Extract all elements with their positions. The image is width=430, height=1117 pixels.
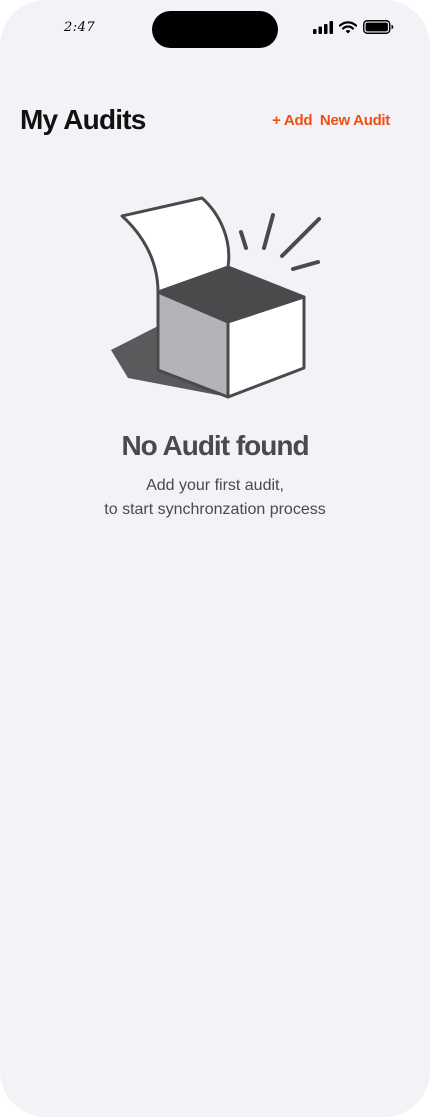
empty-state-subtitle: Add your first audit, to start synchronz… xyxy=(0,474,430,522)
empty-state-subtitle-line2: to start synchronzation process xyxy=(104,501,326,518)
signal-icon xyxy=(313,20,333,34)
status-icons xyxy=(313,20,394,34)
dynamic-island xyxy=(152,11,278,48)
empty-state-title: No Audit found xyxy=(121,430,309,461)
open-box-icon xyxy=(111,196,321,399)
header: My Audits + Add New Audit xyxy=(20,100,390,140)
empty-state-subtitle-line1: Add your first audit, xyxy=(146,477,284,494)
status-time: 2:47 xyxy=(64,20,96,35)
status-bar: 2:47 xyxy=(0,0,430,56)
phone-screen: 2:47 My Audits + Add New Audit No Audit … xyxy=(0,0,430,1117)
wifi-icon xyxy=(339,20,357,33)
empty-state: No Audit found Add your first audit, to … xyxy=(0,190,430,522)
add-new-audit-button[interactable]: + Add New Audit xyxy=(272,112,390,129)
battery-icon xyxy=(363,20,394,34)
page-title: My Audits xyxy=(20,104,146,135)
